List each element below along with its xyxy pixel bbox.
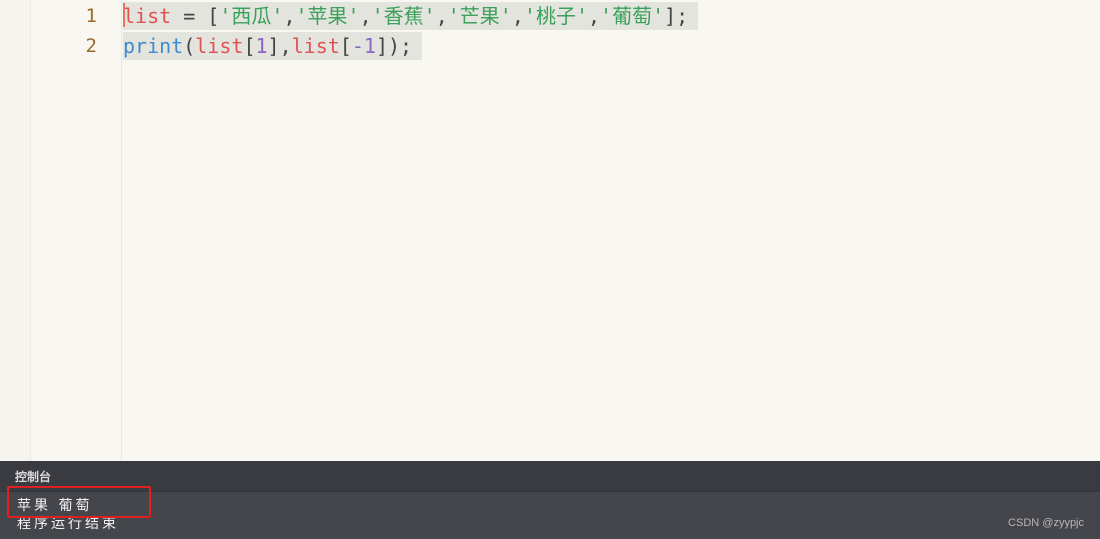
fold-gutter: [0, 0, 31, 461]
code-token-punc: ,: [359, 4, 372, 28]
line-number: 2: [85, 35, 97, 57]
code-token-fn: print: [123, 34, 184, 58]
code-token-punc: ];: [664, 4, 689, 28]
code-line-1[interactable]: list = ['西瓜','苹果','香蕉','芒果','桃子','葡萄'];: [123, 1, 699, 31]
console-panel: 控制台 苹果 葡萄 程序运行结束: [0, 461, 1100, 539]
highlight-annotation-box: [7, 486, 151, 518]
console-title: 控制台: [15, 470, 52, 484]
code-token-str: '西瓜': [219, 4, 284, 28]
line-number-gutter: 1 2: [31, 0, 122, 461]
code-token-var: list: [291, 34, 340, 58]
console-header: 控制台: [0, 461, 1100, 492]
code-token-str: '葡萄': [600, 4, 665, 28]
code-token-str: '苹果': [295, 4, 360, 28]
console-output[interactable]: 苹果 葡萄 程序运行结束: [0, 492, 1100, 539]
code-token-punc: ],: [267, 34, 292, 58]
code-token-punc: ,: [283, 4, 296, 28]
code-token-punc: ,: [435, 4, 448, 28]
code-token-punc: ]);: [375, 34, 413, 58]
code-token-punc: = [: [171, 4, 220, 28]
code-line-2[interactable]: print(list[1],list[-1]);: [123, 31, 423, 61]
code-token-punc: ,: [511, 4, 524, 28]
code-token-num: 1: [255, 34, 268, 58]
code-editor[interactable]: 1 2 list = ['西瓜','苹果','香蕉','芒果','桃子','葡萄…: [0, 0, 1100, 461]
code-token-punc: (: [183, 34, 196, 58]
watermark: CSDN @zyypjc: [1008, 517, 1084, 529]
text-cursor: [123, 3, 125, 27]
code-token-num: -1: [351, 34, 376, 58]
code-token-str: '桃子': [523, 4, 588, 28]
code-token-str: '芒果': [447, 4, 512, 28]
code-token-punc: [: [339, 34, 352, 58]
code-token-punc: ,: [588, 4, 601, 28]
code-token-var: list: [195, 34, 244, 58]
code-token-punc: [: [243, 34, 256, 58]
code-token-var: list: [123, 4, 172, 28]
line-number: 1: [85, 5, 97, 27]
code-token-str: '香蕉': [371, 4, 436, 28]
